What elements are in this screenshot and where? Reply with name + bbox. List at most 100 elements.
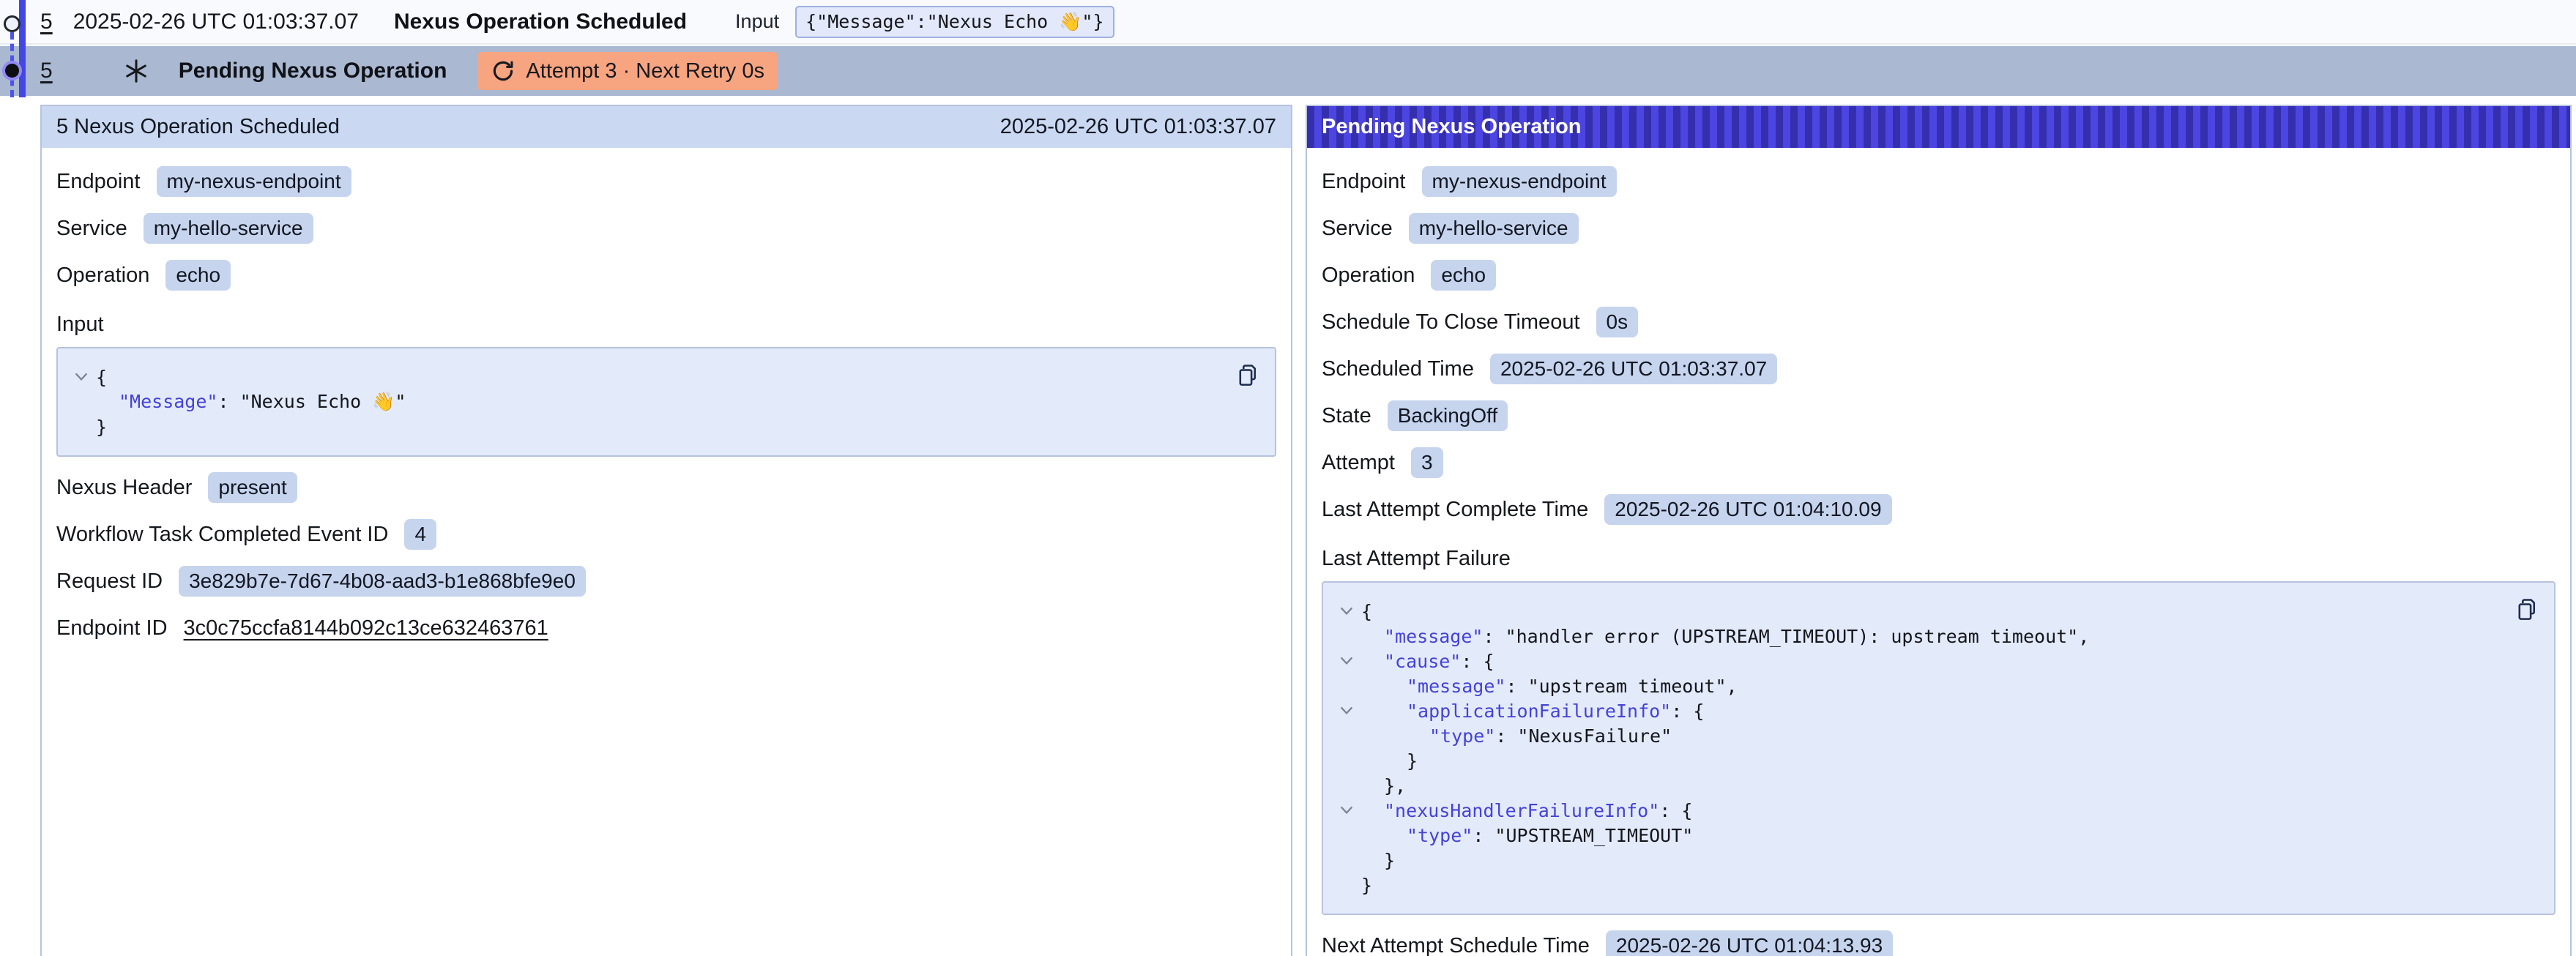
field-label: Operation <box>1322 264 1415 288</box>
field-value-badge: my-hello-service <box>1409 213 1579 244</box>
field-value-badge: my-nexus-endpoint <box>1422 166 1617 197</box>
code-line: { <box>1332 599 2503 624</box>
event-detail-panel: 5 Nexus Operation Scheduled 2025-02-26 U… <box>40 105 1292 956</box>
field-value-badge: BackingOff <box>1388 400 1508 431</box>
field-value-badge: 3e829b7e-7d67-4b08-aad3-b1e868bfe9e0 <box>179 566 586 597</box>
field-label: Service <box>1322 217 1393 241</box>
history-row-event-scheduled[interactable]: 5 2025-02-26 UTC 01:03:37.07 Nexus Opera… <box>0 0 2576 45</box>
code-line: { <box>67 365 1224 389</box>
code-line: } <box>1332 848 2503 873</box>
code-line: } <box>67 414 1224 439</box>
retry-badge: Attempt 3 · Next Retry 0s <box>477 52 778 90</box>
copy-icon <box>1237 363 1259 388</box>
pending-asterisk-icon <box>123 58 149 84</box>
field-label: Request ID <box>56 570 163 594</box>
retry-text: Attempt 3 · Next Retry 0s <box>526 59 764 83</box>
code-line: "applicationFailureInfo": { <box>1332 698 2503 723</box>
field-label: Nexus Header <box>56 476 192 500</box>
code-line: "Message": "Nexus Echo 👋" <box>67 389 1224 414</box>
field-value-badge: 3 <box>1411 447 1443 478</box>
code-line: "message": "upstream timeout", <box>1332 673 2503 698</box>
field-value-badge: 4 <box>404 519 436 550</box>
failure-section-label: Last Attempt Failure <box>1322 545 2555 572</box>
event-id-link[interactable]: 5 <box>40 10 53 34</box>
field-label: Endpoint ID <box>56 616 168 641</box>
pending-id-link[interactable]: 5 <box>40 59 53 83</box>
copy-button[interactable] <box>2513 594 2541 625</box>
field-label: Endpoint <box>56 170 141 194</box>
timeline-pending-node-icon <box>5 64 19 78</box>
input-preview-badge[interactable]: {"Message":"Nexus Echo 👋"} <box>795 6 1114 38</box>
pending-title: Pending Nexus Operation <box>179 59 447 83</box>
event-detail-title: 5 Nexus Operation Scheduled <box>56 115 340 139</box>
field-label: State <box>1322 404 1371 428</box>
history-row-pending-operation[interactable]: 5 Pending Nexus Operation Attempt 3 · Ne… <box>0 46 2576 96</box>
field-value-badge: echo <box>165 260 231 291</box>
collapse-chevron-icon[interactable] <box>1332 806 1361 815</box>
code-line: "cause": { <box>1332 649 2503 673</box>
pending-operation-panel: Pending Nexus Operation Endpoint my-nexus… <box>1306 105 2572 956</box>
field-label: Next Attempt Schedule Time <box>1322 934 1590 956</box>
field-row: Operation echo <box>56 259 1276 291</box>
timeline-selection-bar <box>19 0 26 97</box>
field-value-link[interactable]: 3c0c75ccfa8144b092c13ce632463761 <box>184 616 548 641</box>
failure-code-block: {"message": "handler error (UPSTREAM_TIM… <box>1322 581 2555 915</box>
input-section-label: Input <box>56 310 1276 338</box>
collapse-chevron-icon[interactable] <box>67 373 96 381</box>
field-row: Endpoint my-nexus-endpoint <box>1322 165 2555 198</box>
input-label: Input <box>735 10 779 33</box>
field-row: Endpoint ID 3c0c75ccfa8144b092c13ce632463… <box>56 612 1276 644</box>
field-label: Service <box>56 217 127 241</box>
event-timestamp: 2025-02-26 UTC 01:03:37.07 <box>73 10 359 34</box>
copy-icon <box>2516 597 2538 622</box>
field-row: Schedule To Close Timeout 0s <box>1322 306 2555 338</box>
code-line: } <box>1332 748 2503 773</box>
code-line: }, <box>1332 773 2503 798</box>
collapse-chevron-icon[interactable] <box>1332 706 1361 715</box>
collapse-chevron-icon[interactable] <box>1332 657 1361 665</box>
field-label: Endpoint <box>1322 170 1406 194</box>
field-row: Request ID 3e829b7e-7d67-4b08-aad3-b1e868… <box>56 565 1276 597</box>
field-value-badge: present <box>208 472 297 503</box>
code-line: } <box>1332 873 2503 897</box>
field-row: Last Attempt Complete Time 2025-02-26 UTC… <box>1322 493 2555 526</box>
field-label: Workflow Task Completed Event ID <box>56 523 388 547</box>
event-detail-timestamp: 2025-02-26 UTC 01:03:37.07 <box>1000 115 1276 139</box>
field-label: Last Attempt Complete Time <box>1322 498 1588 522</box>
field-value-badge: 2025-02-26 UTC 01:03:37.07 <box>1490 354 1777 384</box>
field-label: Scheduled Time <box>1322 357 1474 381</box>
code-line: "nexusHandlerFailureInfo": { <box>1332 798 2503 823</box>
field-row: State BackingOff <box>1322 400 2555 432</box>
field-value-badge: 2025-02-26 UTC 01:04:10.09 <box>1604 494 1891 525</box>
field-row: Service my-hello-service <box>56 212 1276 244</box>
field-value-badge: 2025-02-26 UTC 01:04:13.93 <box>1606 930 1893 956</box>
field-value-badge: my-nexus-endpoint <box>157 166 351 197</box>
field-value-badge: echo <box>1431 260 1496 291</box>
code-line: "type": "NexusFailure" <box>1332 723 2503 748</box>
collapse-chevron-icon[interactable] <box>1332 607 1361 616</box>
field-value-badge: 0s <box>1596 307 1639 337</box>
field-row: Workflow Task Completed Event ID 4 <box>56 518 1276 550</box>
copy-button[interactable] <box>1234 360 1262 391</box>
code-line: "type": "UPSTREAM_TIMEOUT" <box>1332 823 2503 848</box>
field-label: Operation <box>56 264 149 288</box>
timeline-event-node-icon <box>4 15 21 32</box>
field-row: Nexus Header present <box>56 471 1276 504</box>
field-row: Service my-hello-service <box>1322 212 2555 244</box>
field-row: Attempt 3 <box>1322 447 2555 479</box>
field-value-badge: my-hello-service <box>144 213 313 244</box>
event-title: Nexus Operation Scheduled <box>394 10 687 34</box>
pending-operation-title: Pending Nexus Operation <box>1322 115 1582 139</box>
pending-operation-header: Pending Nexus Operation <box>1307 106 2570 148</box>
code-line: "message": "handler error (UPSTREAM_TIME… <box>1332 624 2503 649</box>
field-label: Attempt <box>1322 451 1395 475</box>
event-detail-header: 5 Nexus Operation Scheduled 2025-02-26 U… <box>42 106 1291 148</box>
field-label: Schedule To Close Timeout <box>1322 310 1580 335</box>
retry-icon <box>491 59 515 83</box>
field-row: Endpoint my-nexus-endpoint <box>56 165 1276 198</box>
input-code-block: {"Message": "Nexus Echo 👋"} <box>56 347 1276 457</box>
field-row: Next Attempt Schedule Time 2025-02-26 UTC… <box>1322 930 2555 956</box>
field-row: Scheduled Time 2025-02-26 UTC 01:03:37.07 <box>1322 353 2555 385</box>
event-history-view: 5 2025-02-26 UTC 01:03:37.07 Nexus Opera… <box>0 0 2576 956</box>
field-row: Operation echo <box>1322 259 2555 291</box>
